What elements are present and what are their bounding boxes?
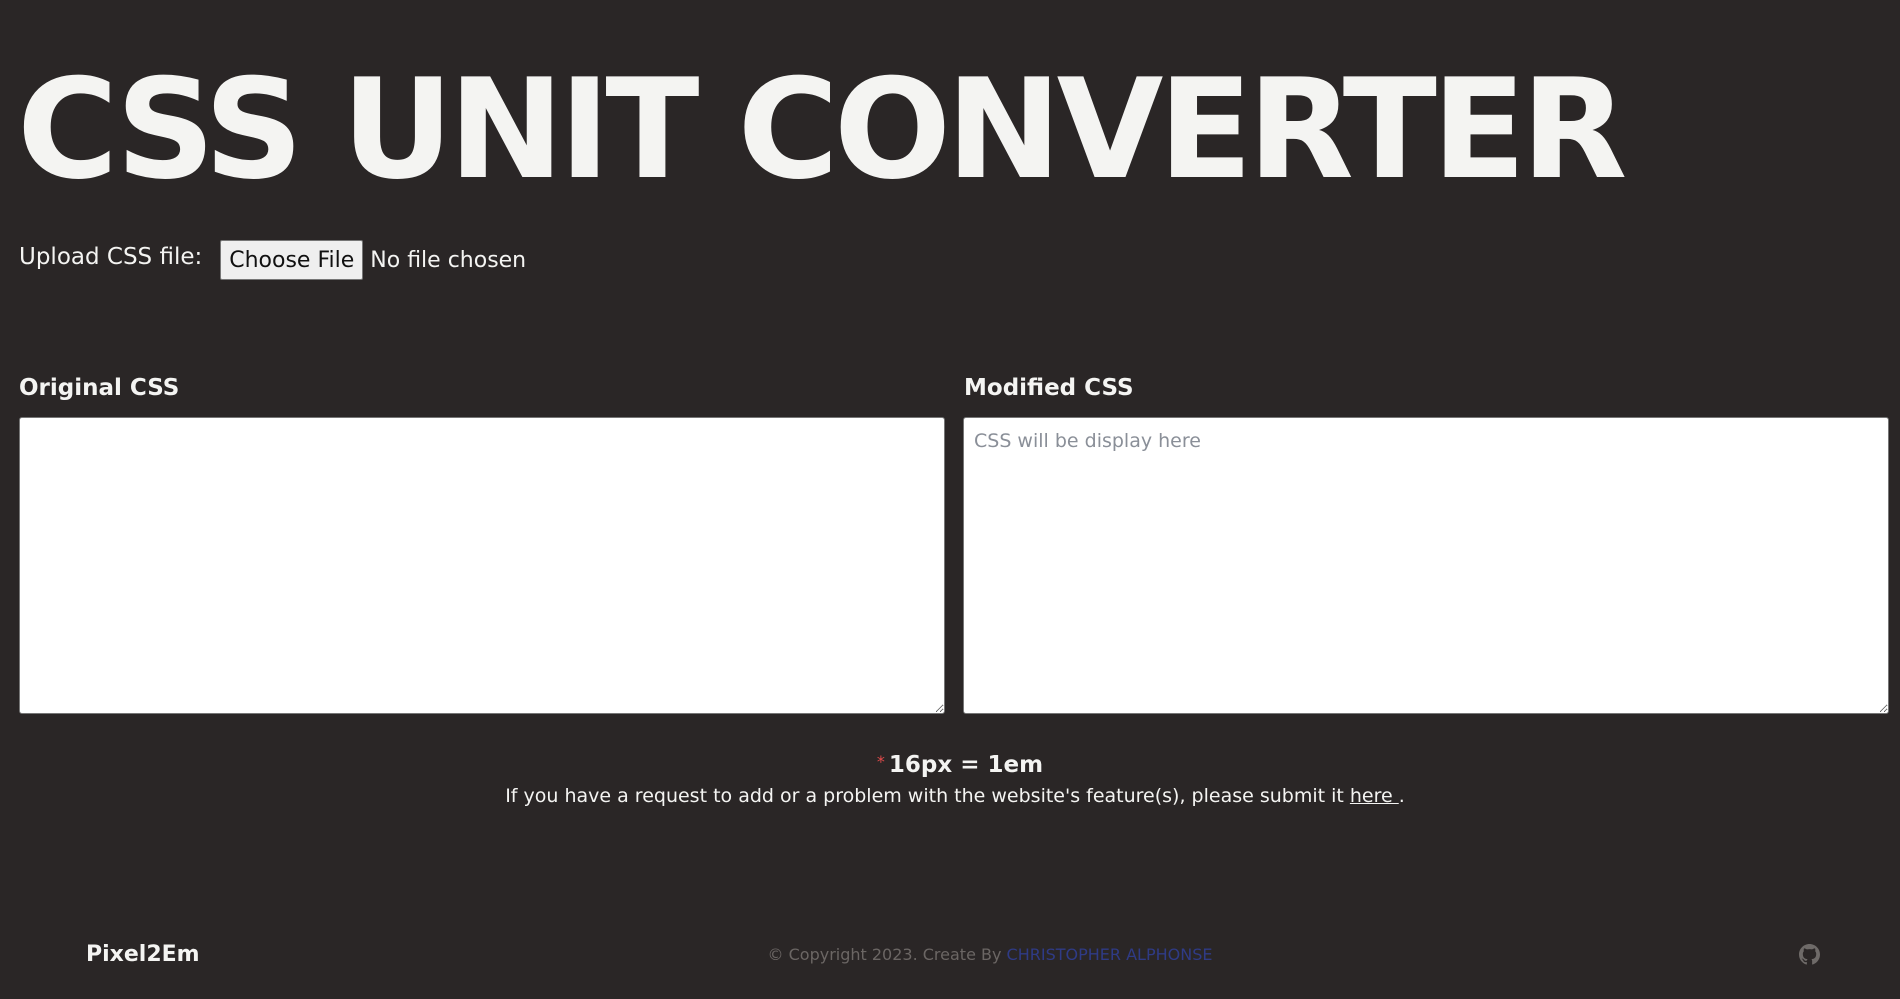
- file-status: No file chosen: [370, 247, 527, 273]
- required-asterisk: *: [876, 752, 885, 771]
- footer-copyright: © Copyright 2023. Create By CHRISTOPHER …: [0, 945, 1900, 964]
- feature-request-end: .: [1398, 785, 1405, 807]
- feature-request-text: If you have a request to add or a proble…: [505, 785, 1350, 807]
- modified-css-label: Modified CSS: [964, 375, 1134, 401]
- author-link[interactable]: CHRISTOPHER ALPHONSE: [1007, 945, 1213, 964]
- upload-row: Upload CSS file: Choose File No file cho…: [19, 240, 526, 280]
- feature-request-link[interactable]: here: [1350, 785, 1399, 807]
- original-css-input[interactable]: [19, 417, 945, 714]
- unit-ratio-note: * 16px = 1em: [0, 752, 1900, 778]
- copyright-text: © Copyright 2023. Create By: [767, 945, 1007, 964]
- unit-ratio: 16px = 1em: [888, 752, 1044, 778]
- upload-label: Upload CSS file:: [19, 244, 203, 270]
- original-css-label: Original CSS: [19, 375, 180, 401]
- choose-file-button[interactable]: Choose File: [220, 240, 364, 280]
- modified-css-output[interactable]: [963, 417, 1889, 714]
- page-title: CSS UNIT CONVERTER: [17, 49, 1627, 210]
- feature-request-note: If you have a request to add or a proble…: [0, 785, 1900, 807]
- github-icon[interactable]: [1799, 944, 1820, 965]
